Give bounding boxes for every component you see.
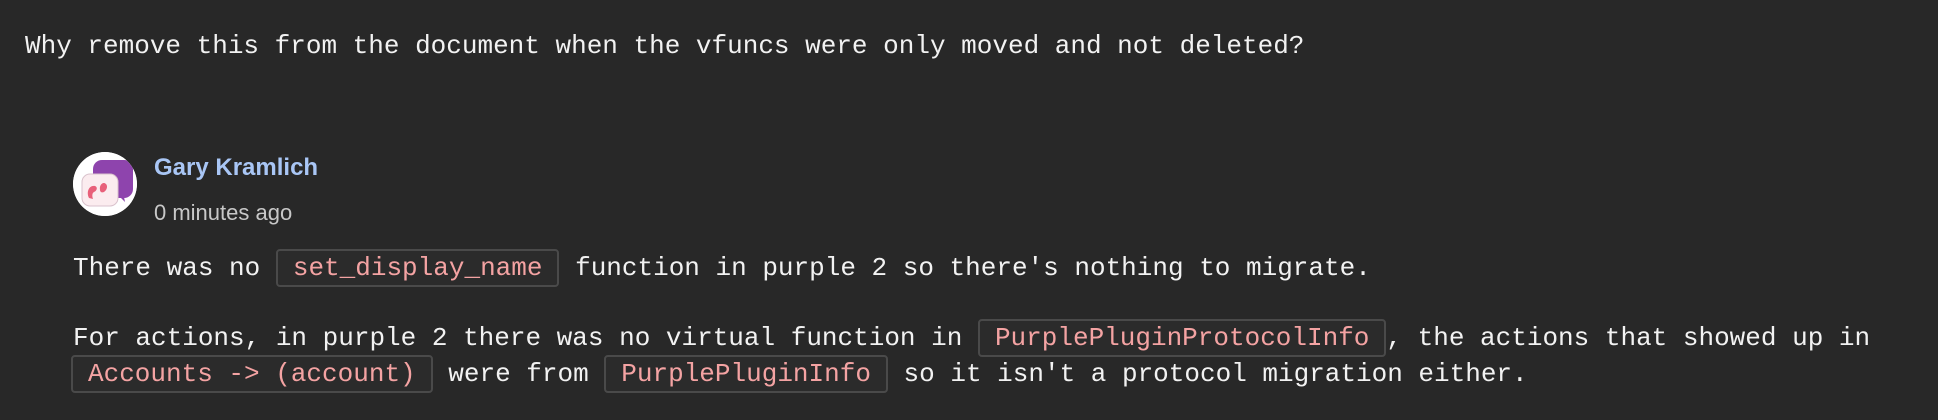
inline-code: PurplePluginInfo: [604, 355, 888, 393]
paragraph-text: so it isn't a protocol migration either.: [887, 359, 1528, 389]
paragraph-text: function in purple 2 so there's nothing …: [559, 253, 1371, 283]
inline-code: PurplePluginProtocolInfo: [977, 319, 1387, 357]
inline-code: set_display_name: [275, 249, 560, 287]
comment-paragraph-2-line-1: For actions, in purple 2 there was no vi…: [73, 319, 1870, 357]
paragraph-text: For actions, in purple 2 there was no vi…: [73, 323, 978, 353]
avatar[interactable]: [73, 152, 137, 216]
author-name[interactable]: Gary Kramlich: [154, 150, 318, 186]
comment-paragraph-1: There was no set_display_name function i…: [73, 249, 1371, 287]
comment-paragraph-2-line-2: Accounts -> (account) were from PurplePl…: [71, 355, 1528, 393]
paragraph-text: were from: [432, 359, 605, 389]
question-text: Why remove this from the document when t…: [25, 31, 1305, 61]
paragraph-text: , the actions that showed up in: [1386, 323, 1871, 353]
paragraph-text: There was no: [73, 253, 276, 283]
inline-code: Accounts -> (account): [71, 355, 433, 393]
comment-timestamp[interactable]: 0 minutes ago: [154, 196, 292, 230]
pidgin-logo-icon: [73, 152, 137, 216]
